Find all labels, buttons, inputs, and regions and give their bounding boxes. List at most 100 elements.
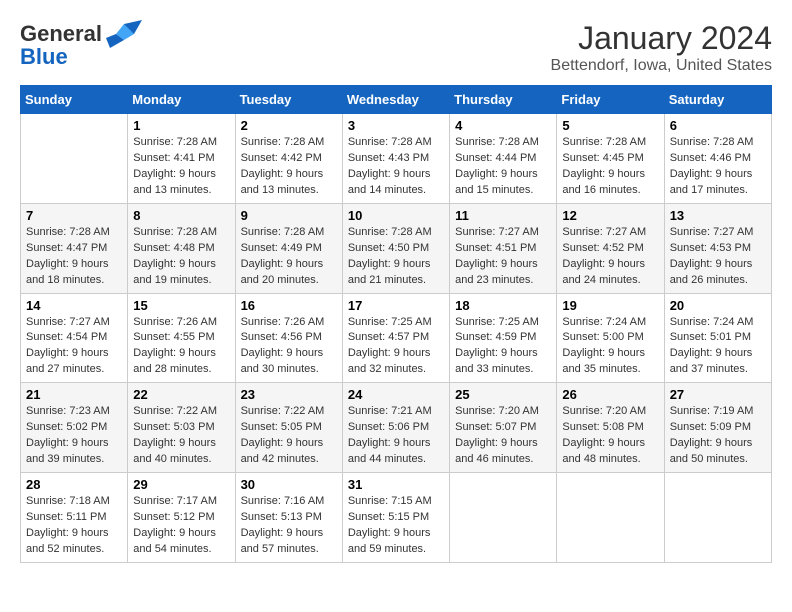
day-info: Sunrise: 7:20 AMSunset: 5:08 PMDaylight:… (562, 404, 658, 468)
calendar-header-row: SundayMondayTuesdayWednesdayThursdayFrid… (21, 86, 772, 114)
calendar-week-3: 14 Sunrise: 7:27 AMSunset: 4:54 PMDayligh… (21, 293, 772, 383)
day-info: Sunrise: 7:28 AMSunset: 4:42 PMDaylight:… (241, 135, 337, 199)
day-number: 31 (348, 477, 444, 492)
day-info: Sunrise: 7:23 AMSunset: 5:02 PMDaylight:… (26, 404, 122, 468)
day-info: Sunrise: 7:28 AMSunset: 4:49 PMDaylight:… (241, 225, 337, 289)
day-number: 8 (133, 208, 229, 223)
day-number: 7 (26, 208, 122, 223)
day-number: 1 (133, 118, 229, 133)
header-wednesday: Wednesday (342, 86, 449, 114)
day-number: 2 (241, 118, 337, 133)
day-info: Sunrise: 7:21 AMSunset: 5:06 PMDaylight:… (348, 404, 444, 468)
day-info: Sunrise: 7:15 AMSunset: 5:15 PMDaylight:… (348, 494, 444, 558)
calendar-week-1: 1 Sunrise: 7:28 AMSunset: 4:41 PMDaylight… (21, 114, 772, 204)
calendar-cell: 1 Sunrise: 7:28 AMSunset: 4:41 PMDaylight… (128, 114, 235, 204)
calendar-week-2: 7 Sunrise: 7:28 AMSunset: 4:47 PMDaylight… (21, 203, 772, 293)
calendar-cell: 13 Sunrise: 7:27 AMSunset: 4:53 PMDayligh… (664, 203, 771, 293)
day-info: Sunrise: 7:20 AMSunset: 5:07 PMDaylight:… (455, 404, 551, 468)
day-info: Sunrise: 7:28 AMSunset: 4:41 PMDaylight:… (133, 135, 229, 199)
page-title: January 2024 (551, 20, 772, 57)
day-info: Sunrise: 7:22 AMSunset: 5:05 PMDaylight:… (241, 404, 337, 468)
header-saturday: Saturday (664, 86, 771, 114)
header-tuesday: Tuesday (235, 86, 342, 114)
calendar-cell (21, 114, 128, 204)
header-sunday: Sunday (21, 86, 128, 114)
day-number: 10 (348, 208, 444, 223)
day-number: 29 (133, 477, 229, 492)
day-number: 26 (562, 387, 658, 402)
header-thursday: Thursday (450, 86, 557, 114)
calendar-cell: 2 Sunrise: 7:28 AMSunset: 4:42 PMDaylight… (235, 114, 342, 204)
calendar-cell: 18Sunrise: 7:25 AMSunset: 4:59 PMDayligh… (450, 293, 557, 383)
calendar-cell: 4Sunrise: 7:28 AMSunset: 4:44 PMDaylight… (450, 114, 557, 204)
day-info: Sunrise: 7:28 AMSunset: 4:45 PMDaylight:… (562, 135, 658, 199)
day-info: Sunrise: 7:16 AMSunset: 5:13 PMDaylight:… (241, 494, 337, 558)
day-info: Sunrise: 7:27 AMSunset: 4:54 PMDaylight:… (26, 315, 122, 379)
logo-bird-icon (106, 20, 142, 48)
calendar-cell: 17 Sunrise: 7:25 AMSunset: 4:57 PMDayligh… (342, 293, 449, 383)
day-info: Sunrise: 7:27 AMSunset: 4:52 PMDaylight:… (562, 225, 658, 289)
day-info: Sunrise: 7:24 AMSunset: 5:01 PMDaylight:… (670, 315, 766, 379)
calendar-cell: 9Sunrise: 7:28 AMSunset: 4:49 PMDaylight… (235, 203, 342, 293)
day-number: 28 (26, 477, 122, 492)
title-block: January 2024 Bettendorf, Iowa, United St… (551, 20, 772, 75)
day-info: Sunrise: 7:28 AMSunset: 4:47 PMDaylight:… (26, 225, 122, 289)
day-info: Sunrise: 7:17 AMSunset: 5:12 PMDaylight:… (133, 494, 229, 558)
calendar-cell: 14 Sunrise: 7:27 AMSunset: 4:54 PMDayligh… (21, 293, 128, 383)
calendar-cell (450, 473, 557, 563)
day-number: 13 (670, 208, 766, 223)
day-info: Sunrise: 7:27 AMSunset: 4:53 PMDaylight:… (670, 225, 766, 289)
calendar-cell (557, 473, 664, 563)
calendar-cell: 10 Sunrise: 7:28 AMSunset: 4:50 PMDayligh… (342, 203, 449, 293)
day-number: 3 (348, 118, 444, 133)
day-number: 12 (562, 208, 658, 223)
calendar-cell: 25Sunrise: 7:20 AMSunset: 5:07 PMDayligh… (450, 383, 557, 473)
day-info: Sunrise: 7:28 AMSunset: 4:43 PMDaylight:… (348, 135, 444, 199)
day-info: Sunrise: 7:19 AMSunset: 5:09 PMDaylight:… (670, 404, 766, 468)
calendar-cell: 23Sunrise: 7:22 AMSunset: 5:05 PMDayligh… (235, 383, 342, 473)
day-number: 30 (241, 477, 337, 492)
day-number: 11 (455, 208, 551, 223)
day-info: Sunrise: 7:26 AMSunset: 4:56 PMDaylight:… (241, 315, 337, 379)
calendar-week-4: 21 Sunrise: 7:23 AMSunset: 5:02 PMDayligh… (21, 383, 772, 473)
calendar-cell: 8 Sunrise: 7:28 AMSunset: 4:48 PMDaylight… (128, 203, 235, 293)
header-monday: Monday (128, 86, 235, 114)
day-number: 17 (348, 298, 444, 313)
day-info: Sunrise: 7:25 AMSunset: 4:57 PMDaylight:… (348, 315, 444, 379)
calendar-cell: 21 Sunrise: 7:23 AMSunset: 5:02 PMDayligh… (21, 383, 128, 473)
day-number: 14 (26, 298, 122, 313)
calendar-cell: 16 Sunrise: 7:26 AMSunset: 4:56 PMDayligh… (235, 293, 342, 383)
day-number: 18 (455, 298, 551, 313)
day-number: 21 (26, 387, 122, 402)
day-info: Sunrise: 7:28 AMSunset: 4:44 PMDaylight:… (455, 135, 551, 199)
day-info: Sunrise: 7:28 AMSunset: 4:48 PMDaylight:… (133, 225, 229, 289)
day-number: 24 (348, 387, 444, 402)
calendar-cell: 22 Sunrise: 7:22 AMSunset: 5:03 PMDayligh… (128, 383, 235, 473)
calendar-cell: 15Sunrise: 7:26 AMSunset: 4:55 PMDayligh… (128, 293, 235, 383)
calendar-cell: 11 Sunrise: 7:27 AMSunset: 4:51 PMDayligh… (450, 203, 557, 293)
day-info: Sunrise: 7:27 AMSunset: 4:51 PMDaylight:… (455, 225, 551, 289)
calendar-cell: 30 Sunrise: 7:16 AMSunset: 5:13 PMDayligh… (235, 473, 342, 563)
day-info: Sunrise: 7:28 AMSunset: 4:50 PMDaylight:… (348, 225, 444, 289)
calendar-table: SundayMondayTuesdayWednesdayThursdayFrid… (20, 85, 772, 563)
day-number: 22 (133, 387, 229, 402)
day-info: Sunrise: 7:26 AMSunset: 4:55 PMDaylight:… (133, 315, 229, 379)
day-number: 16 (241, 298, 337, 313)
page-header: General Blue January 2024 Bettendorf, Io… (20, 20, 772, 75)
day-info: Sunrise: 7:24 AMSunset: 5:00 PMDaylight:… (562, 315, 658, 379)
day-number: 6 (670, 118, 766, 133)
day-number: 5 (562, 118, 658, 133)
day-info: Sunrise: 7:22 AMSunset: 5:03 PMDaylight:… (133, 404, 229, 468)
day-number: 20 (670, 298, 766, 313)
calendar-cell: 12 Sunrise: 7:27 AMSunset: 4:52 PMDayligh… (557, 203, 664, 293)
day-info: Sunrise: 7:18 AMSunset: 5:11 PMDaylight:… (26, 494, 122, 558)
calendar-cell: 31 Sunrise: 7:15 AMSunset: 5:15 PMDayligh… (342, 473, 449, 563)
calendar-cell: 20 Sunrise: 7:24 AMSunset: 5:01 PMDayligh… (664, 293, 771, 383)
calendar-week-5: 28 Sunrise: 7:18 AMSunset: 5:11 PMDayligh… (21, 473, 772, 563)
logo: General Blue (20, 20, 142, 70)
day-number: 19 (562, 298, 658, 313)
day-number: 27 (670, 387, 766, 402)
calendar-cell: 27 Sunrise: 7:19 AMSunset: 5:09 PMDayligh… (664, 383, 771, 473)
calendar-cell (664, 473, 771, 563)
calendar-cell: 28 Sunrise: 7:18 AMSunset: 5:11 PMDayligh… (21, 473, 128, 563)
